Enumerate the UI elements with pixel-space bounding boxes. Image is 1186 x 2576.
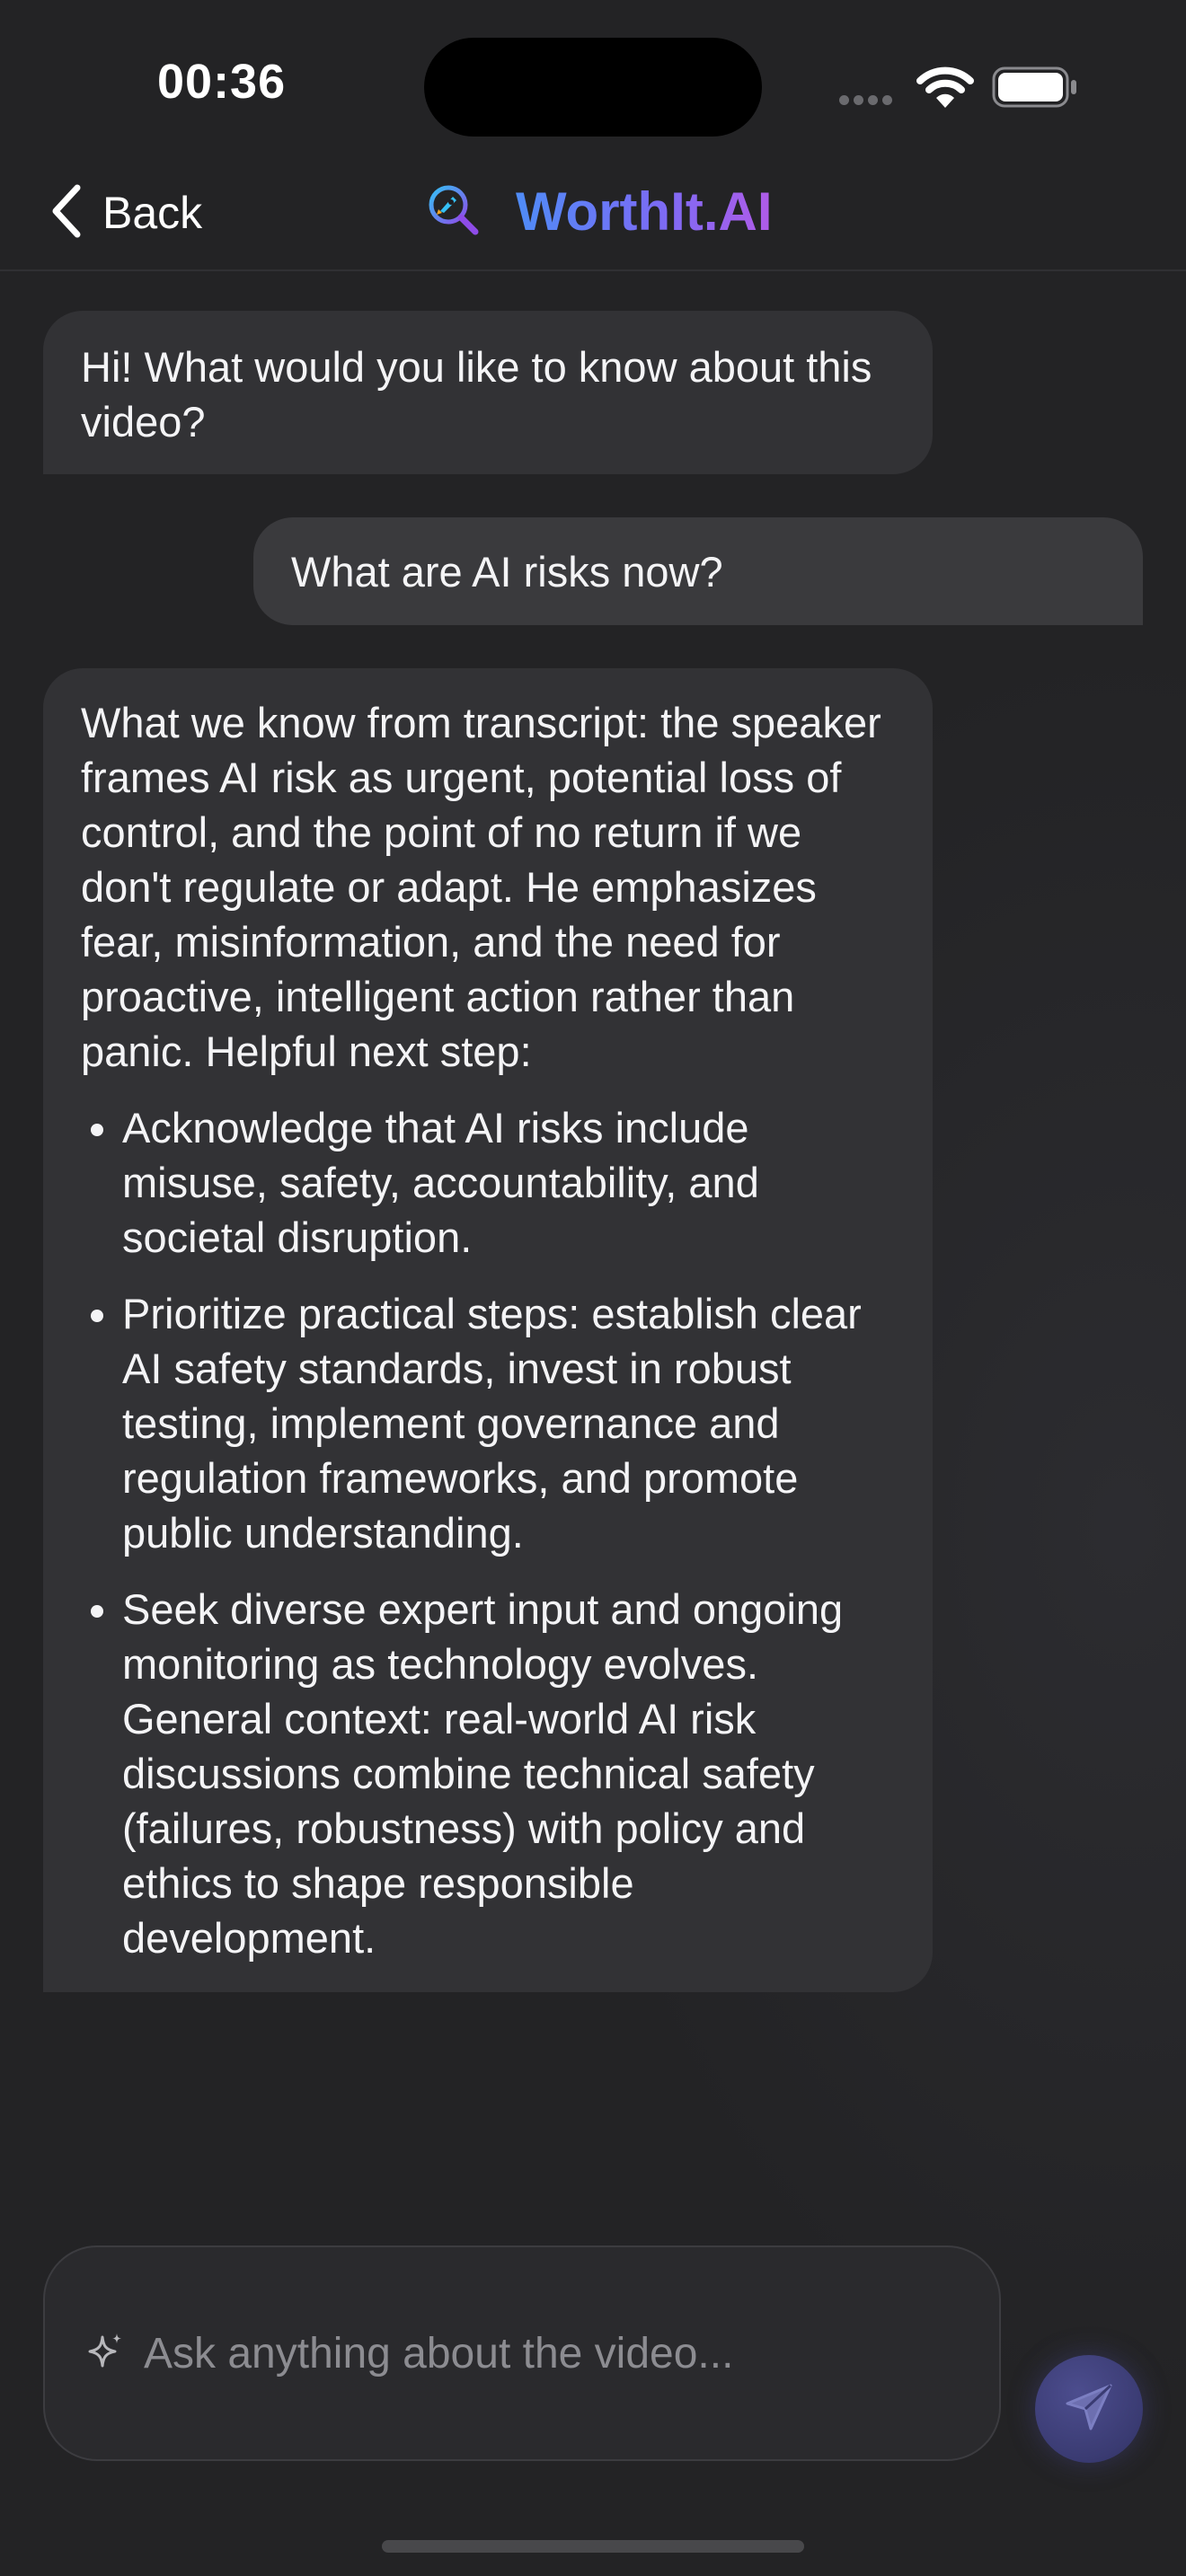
rocket-magnifier-icon <box>426 182 480 241</box>
send-button[interactable] <box>1035 2355 1143 2463</box>
message-bullet-list: Acknowledge that AI risks include misuse… <box>81 1100 895 1965</box>
chat-screen: 00:36 Back WorthIt.AI Hi! What would you… <box>0 0 1186 2576</box>
assistant-message-bubble: Hi! What would you like to know about th… <box>43 311 933 474</box>
assistant-message-bubble: What we know from transcript: the speake… <box>43 668 933 1992</box>
dynamic-island <box>424 38 762 137</box>
chevron-left-icon <box>50 184 83 243</box>
list-item: Prioritize practical steps: establish cl… <box>122 1286 895 1560</box>
navigation-bar: Back WorthIt.AI <box>0 157 1186 271</box>
message-input[interactable] <box>142 2327 954 2379</box>
message-intro: What we know from transcript: the speake… <box>81 699 881 1075</box>
user-message-bubble: What are AI risks now? <box>253 517 1143 625</box>
cellular-signal-icon <box>839 93 897 110</box>
wifi-icon <box>916 65 974 114</box>
sparkle-icon <box>88 2332 124 2376</box>
home-indicator <box>382 2540 804 2553</box>
paper-plane-icon <box>1060 2378 1118 2440</box>
back-label: Back <box>102 188 203 238</box>
message-composer[interactable] <box>43 2245 1001 2461</box>
battery-icon <box>992 66 1078 112</box>
status-time: 00:36 <box>157 55 287 109</box>
message-text: Hi! What would you like to know about th… <box>81 343 872 446</box>
brand-name: WorthIt.AI <box>516 181 773 242</box>
list-item: Acknowledge that AI risks include misuse… <box>122 1100 895 1265</box>
list-item: Seek diverse expert input and ongoing mo… <box>122 1582 895 1965</box>
brand-header: WorthIt.AI <box>426 181 773 243</box>
back-button[interactable]: Back <box>50 184 202 242</box>
message-text: What are AI risks now? <box>291 548 723 595</box>
